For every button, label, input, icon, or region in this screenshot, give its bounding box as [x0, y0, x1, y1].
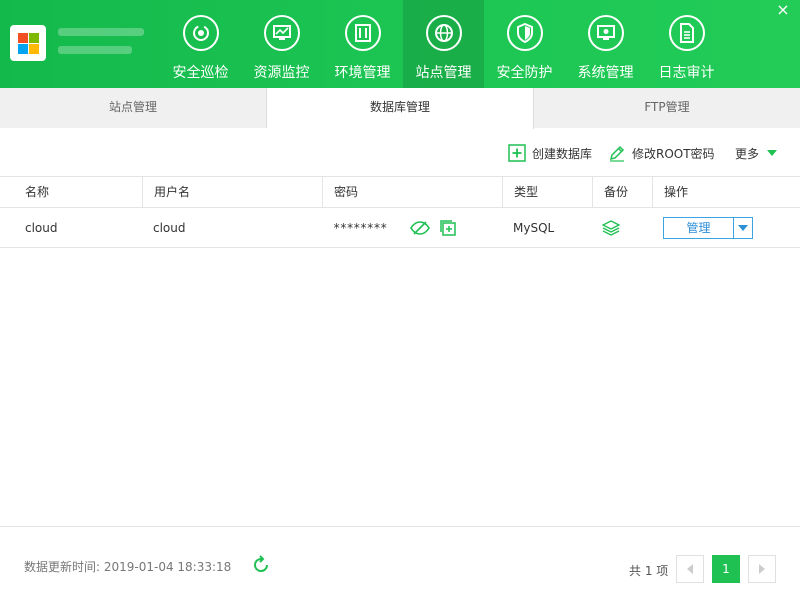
nav-label: 安全巡检 [172, 65, 229, 81]
tab-site-management[interactable]: 站点管理 [0, 88, 267, 128]
globe-icon [426, 15, 462, 51]
nav-label: 资源监控 [253, 65, 310, 81]
cell-type: MySQL [513, 221, 555, 235]
logo-square-red [18, 33, 28, 43]
next-page-button[interactable] [748, 555, 776, 583]
server-info-blurred [58, 28, 144, 64]
change-root-password-button[interactable]: 修改ROOT密码 [608, 144, 715, 162]
shield-icon [507, 15, 543, 51]
chevron-left-icon [687, 564, 693, 574]
current-page-button[interactable]: 1 [712, 555, 740, 583]
more-dropdown[interactable]: 更多 [735, 144, 778, 162]
manage-split-button: 管理 [663, 217, 753, 239]
footer: 数据更新时间: 2019-01-04 18:33:18 共 1 项 1 [0, 526, 800, 600]
manage-dropdown-toggle[interactable] [734, 218, 752, 238]
blurred-text-line [58, 28, 144, 36]
column-header-backup: 备份 [592, 177, 652, 208]
blurred-text-line [58, 46, 132, 54]
nav-label: 环境管理 [334, 65, 391, 81]
prev-page-button[interactable] [676, 555, 704, 583]
create-database-button[interactable]: 创建数据库 [508, 144, 592, 162]
nav-item-log-audit[interactable]: 日志审计 [646, 0, 727, 88]
app-logo [10, 25, 46, 61]
column-header-password: 密码 [322, 177, 502, 208]
nav-label: 站点管理 [415, 65, 472, 81]
nav-item-environment[interactable]: 环境管理 [322, 0, 403, 88]
layers-icon [601, 220, 621, 236]
column-header-username: 用户名 [142, 177, 322, 208]
shield-scan-icon [183, 15, 219, 51]
database-table: 名称 用户名 密码 类型 备份 操作 cloud cloud ******** … [0, 176, 800, 248]
backup-button[interactable] [601, 220, 621, 239]
edit-pencil-icon [609, 145, 625, 162]
nav-label: 系统管理 [577, 65, 634, 81]
nav-item-security-check[interactable]: 安全巡检 [160, 0, 241, 88]
nav-label: 日志审计 [658, 65, 715, 81]
toggle-password-visibility-button[interactable] [409, 220, 431, 239]
tab-database-management[interactable]: 数据库管理 [267, 88, 534, 129]
nav-item-resource-monitor[interactable]: 资源监控 [241, 0, 322, 88]
column-header-type: 类型 [502, 177, 592, 208]
more-label: 更多 [735, 146, 760, 161]
tab-ftp-management[interactable]: FTP管理 [534, 88, 800, 128]
nav-item-system-management[interactable]: 系统管理 [565, 0, 646, 88]
nav-label: 安全防护 [496, 65, 553, 81]
logo-square-blue [18, 44, 28, 54]
table-row: cloud cloud ******** MySQL 管理 [0, 208, 800, 248]
nav-item-site-management[interactable]: 站点管理 [403, 0, 484, 88]
settings-monitor-icon [588, 15, 624, 51]
total-count: 共 1 项 [629, 564, 669, 578]
nav-item-security-protection[interactable]: 安全防护 [484, 0, 565, 88]
app-header: 安全巡检 资源监控 环境管理 站点管理 安全防护 系统管理 日志审计 × [0, 0, 800, 88]
column-header-actions: 操作 [652, 177, 800, 208]
data-update-time: 数据更新时间: 2019-01-04 18:33:18 [24, 560, 232, 574]
tab-bar: 站点管理 数据库管理 FTP管理 [0, 88, 800, 129]
document-icon [669, 15, 705, 51]
create-database-label: 创建数据库 [532, 146, 593, 161]
change-root-password-label: 修改ROOT密码 [632, 146, 715, 161]
caret-down-icon [767, 150, 778, 156]
copy-icon [440, 220, 456, 236]
logo-square-yellow [29, 44, 39, 54]
column-header-name: 名称 [25, 185, 50, 199]
cell-username: cloud [153, 221, 186, 235]
refresh-button[interactable] [251, 555, 271, 578]
close-button[interactable]: × [776, 2, 790, 18]
eye-hidden-icon [410, 221, 430, 235]
manage-button[interactable]: 管理 [664, 218, 734, 238]
chevron-right-icon [759, 564, 765, 574]
plus-box-icon [508, 144, 526, 162]
logo-square-green [29, 33, 39, 43]
table-header: 名称 用户名 密码 类型 备份 操作 [0, 176, 800, 208]
cell-name: cloud [25, 221, 58, 235]
toolbar: 创建数据库 修改ROOT密码 更多 [0, 128, 800, 176]
monitor-chart-icon [264, 15, 300, 51]
refresh-icon [254, 555, 269, 573]
caret-down-icon [738, 225, 748, 231]
server-stack-icon [345, 15, 381, 51]
top-nav: 安全巡检 资源监控 环境管理 站点管理 安全防护 系统管理 日志审计 [160, 0, 727, 88]
cell-password: ******** [333, 221, 387, 235]
copy-password-button[interactable] [440, 220, 456, 239]
